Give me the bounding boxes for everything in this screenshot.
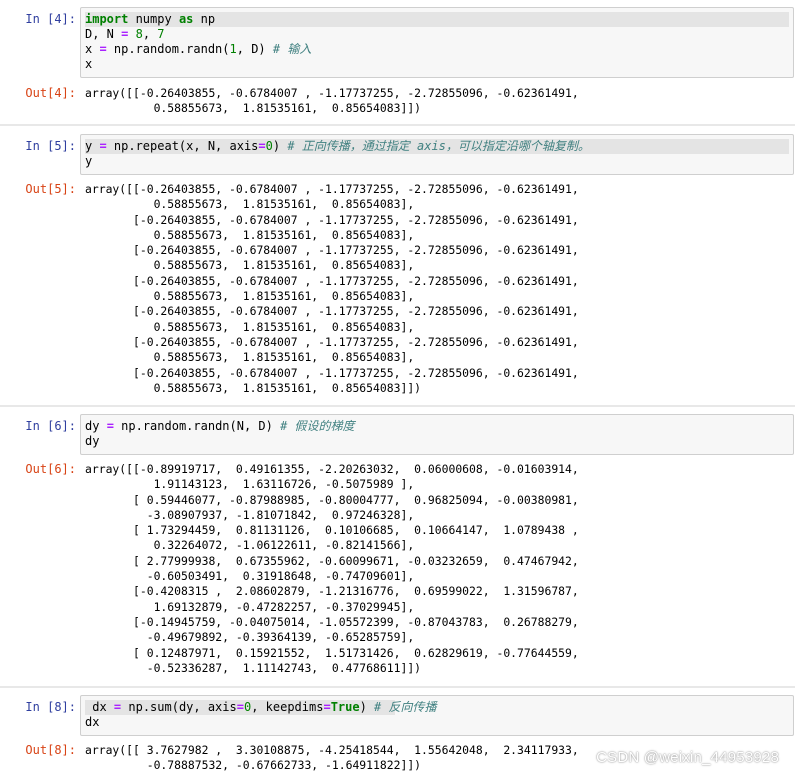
code-token: 8 [135,27,143,41]
input-prompt: In [8]: [25,700,76,714]
input-prompt: In [4]: [25,12,76,26]
code-line[interactable]: dx = np.sum(dy, axis=0, keepdims=True) #… [85,700,437,715]
cell-output: array([[-0.26403855, -0.6784007 , -1.177… [85,86,579,116]
code-line[interactable]: dy = np.random.randn(N, D) # 假设的梯度 [85,419,789,434]
code-token: = [258,139,266,153]
code-token: np [193,12,216,26]
input-prompt: In [5]: [25,139,76,153]
code-token: 0 [265,139,273,153]
output-prompt: Out[6]: [25,462,76,476]
input-prompt: In [6]: [25,419,76,433]
code-token: ) [359,700,375,714]
code-line[interactable]: x [85,57,789,72]
code-token: D, N [85,27,122,41]
code-token: numpy [128,12,179,26]
watermark: CSDN @weixin_44953928 [596,749,779,766]
code-token: = [99,139,107,153]
code-token: # 反向传播 [374,700,437,714]
code-token: y [85,154,93,168]
code-token: 7 [157,27,165,41]
code-token: True [330,700,360,714]
code-token: y [85,139,100,153]
code-token: = [236,700,244,714]
code-token: np.random.randn( [106,42,230,56]
output-prompt: Out[8]: [25,743,76,757]
code-line[interactable]: dx [85,715,789,730]
code-token: = [99,42,107,56]
code-token: as [178,12,194,26]
code-line[interactable]: y [85,154,789,169]
code-token: ) [272,139,288,153]
code-editor[interactable]: y = np.repeat(x, N, axis=0) # 正向传播，通过指定 … [80,134,794,175]
code-token: dy [85,419,107,433]
code-line[interactable]: dy [85,434,789,449]
code-token: x [85,42,100,56]
code-line[interactable]: import numpy as np [85,12,789,27]
cell-divider [0,405,795,407]
code-token: = [106,419,114,433]
code-line[interactable]: y = np.repeat(x, N, axis=0) # 正向传播，通过指定 … [85,139,789,154]
output-prompt: Out[4]: [25,86,76,100]
code-editor[interactable]: dx = np.sum(dy, axis=0, keepdims=True) #… [80,695,794,736]
code-line[interactable]: x = np.random.randn(1, D) # 输入 [85,42,789,57]
code-token: dx [85,700,114,714]
code-token: x [85,57,93,71]
code-token: = [323,700,331,714]
code-token: np.random.randn(N, D) [113,419,281,433]
code-token: dx [85,715,100,729]
cell-divider [0,686,795,688]
output-prompt: Out[5]: [25,182,76,196]
code-token: np.repeat(x, N, axis [106,139,259,153]
code-token: , [142,27,158,41]
code-editor[interactable]: dy = np.random.randn(N, D) # 假设的梯度 dy [80,414,794,455]
code-token: import [85,12,129,26]
code-token: # 正向传播，通过指定 axis，可以指定沿哪个轴复制。 [287,139,590,153]
code-token: # 输入 [272,42,312,56]
code-editor[interactable]: import numpy as np D, N = 8, 7 x = np.ra… [80,7,794,78]
code-token: 1 [229,42,237,56]
code-token: # 假设的梯度 [280,419,355,433]
cell-divider [0,124,795,126]
code-token: np.sum(dy, axis [121,700,237,714]
code-token: , D) [236,42,273,56]
code-line[interactable]: D, N = 8, 7 [85,27,789,42]
code-token: dy [85,434,100,448]
cell-output: array([[-0.89919717, 0.49161355, -2.2026… [85,462,579,675]
code-token: , keepdims [251,700,324,714]
cell-output: array([[-0.26403855, -0.6784007 , -1.177… [85,182,579,395]
